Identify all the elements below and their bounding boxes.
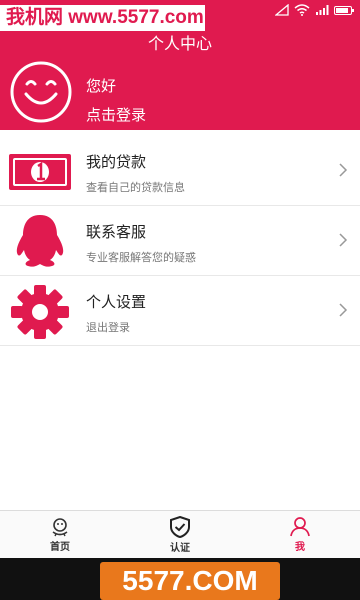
tab-label: 我 bbox=[295, 541, 305, 553]
watermark-top: 我机网 www.5577.com bbox=[0, 5, 205, 31]
chevron-right-icon bbox=[339, 163, 348, 177]
greeting-text: 您好 bbox=[86, 77, 117, 95]
chevron-right-icon bbox=[339, 233, 348, 247]
bottom-tab-bar: 首页 认证 我 bbox=[0, 510, 360, 558]
menu-item-subtitle: 退出登录 bbox=[86, 321, 130, 334]
battery-icon bbox=[334, 5, 354, 15]
gear-icon bbox=[8, 282, 72, 342]
tab-verify[interactable]: 认证 bbox=[120, 511, 240, 558]
status-bar bbox=[275, 3, 354, 17]
shield-check-icon bbox=[170, 515, 190, 538]
menu-item-title: 个人设置 bbox=[86, 293, 147, 311]
watermark-bottom: 5577.COM bbox=[100, 562, 280, 600]
menu-item-my-loans[interactable]: 我的贷款 查看自己的贷款信息 bbox=[0, 136, 360, 206]
tab-me[interactable]: 我 bbox=[240, 511, 360, 558]
menu-item-contact-service[interactable]: 联系客服 专业客服解答您的疑惑 bbox=[0, 206, 360, 276]
chevron-right-icon bbox=[339, 303, 348, 317]
menu-item-personal-settings[interactable]: 个人设置 退出登录 bbox=[0, 276, 360, 346]
tab-label: 认证 bbox=[170, 542, 190, 554]
login-link[interactable]: 点击登录 bbox=[86, 104, 146, 125]
page-title: 个人中心 bbox=[147, 34, 212, 53]
menu-item-title: 联系客服 bbox=[86, 223, 147, 241]
qq-penguin-icon bbox=[8, 212, 72, 272]
user-icon bbox=[290, 516, 310, 536]
home-icon bbox=[52, 517, 68, 536]
tab-home[interactable]: 首页 bbox=[0, 511, 120, 558]
menu-item-title: 我的贷款 bbox=[86, 153, 147, 171]
signal-icon bbox=[275, 4, 289, 16]
wifi-icon bbox=[294, 4, 310, 16]
menu-list: 我的贷款 查看自己的贷款信息 联系客服 专业客服解答您的疑惑 个人设置 退出登录 bbox=[0, 136, 360, 346]
menu-item-subtitle: 专业客服解答您的疑惑 bbox=[86, 251, 196, 264]
smiley-avatar-icon[interactable] bbox=[9, 60, 73, 124]
menu-item-subtitle: 查看自己的贷款信息 bbox=[86, 181, 185, 194]
cell-signal-icon bbox=[316, 5, 329, 15]
tab-label: 首页 bbox=[50, 541, 70, 553]
banknote-icon bbox=[8, 142, 72, 202]
